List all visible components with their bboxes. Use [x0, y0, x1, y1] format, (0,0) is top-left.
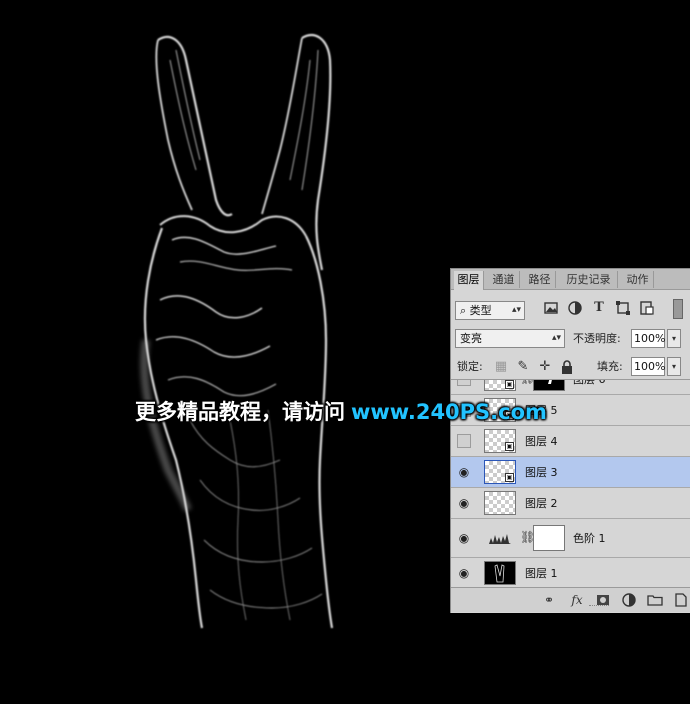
layer-thumbnail — [484, 561, 516, 585]
layer-thumbnail: ▣ — [484, 380, 516, 391]
shape-filter-icon[interactable] — [615, 300, 631, 316]
fill-dropdown[interactable]: ▾ — [667, 357, 681, 376]
smart-object-filter-icon[interactable] — [639, 300, 655, 316]
lock-all-icon[interactable] — [559, 359, 575, 375]
fx-icon[interactable]: fx — [569, 592, 585, 608]
chevron-updown-icon: ▴▾ — [511, 305, 521, 315]
lock-brush-icon[interactable]: ✎ — [515, 359, 531, 375]
panel-tabs: 图层 通道 路径 历史记录 动作 — [451, 269, 690, 290]
smart-object-badge: ▣ — [505, 473, 514, 482]
eye-icon[interactable]: ◉ — [457, 531, 471, 545]
tab-paths[interactable]: 路径 — [524, 271, 556, 288]
watermark-text: 更多精品教程，请访问 www.240PS.com — [135, 396, 547, 428]
layer-name[interactable]: 图层 1 — [525, 558, 558, 588]
lock-transparent-icon[interactable]: ▦ — [493, 359, 509, 375]
filter-kind-label: 类型 — [469, 304, 492, 317]
image-filter-icon[interactable] — [543, 300, 559, 316]
fill-label: 填充: — [597, 360, 623, 373]
tab-actions[interactable]: 动作 — [622, 271, 654, 288]
layers-panel: 图层 通道 路径 历史记录 动作 ⌕ 类型 ▴▾ T 变亮 ▴▾ 不透明度: 1… — [450, 268, 690, 613]
lock-position-icon[interactable]: ✛ — [537, 359, 553, 375]
tab-channels[interactable]: 通道 — [488, 271, 520, 288]
layer-row-3[interactable]: ◉ ▣ 图层 3 — [451, 457, 690, 488]
smart-object-badge: ▣ — [505, 442, 514, 451]
folder-icon[interactable] — [647, 592, 663, 608]
visibility-toggle[interactable] — [457, 380, 471, 386]
layer-row-6[interactable]: ▣ ⛓ 图层 6 — [451, 380, 690, 395]
watermark-chinese: 更多精品教程，请访问 — [135, 400, 345, 424]
adjustment-icon[interactable] — [621, 592, 637, 608]
filter-toggle[interactable] — [673, 299, 683, 319]
resize-grip[interactable] — [589, 605, 609, 609]
layer-row-2[interactable]: ◉ 图层 2 — [451, 488, 690, 519]
blend-mode-value: 变亮 — [460, 332, 482, 345]
search-icon: ⌕ — [460, 304, 467, 317]
tab-layers[interactable]: 图层 — [454, 271, 484, 290]
layer-row-4[interactable]: ▣ 图层 4 — [451, 426, 690, 457]
layer-name[interactable]: 图层 2 — [525, 488, 558, 519]
layer-thumbnail: ▣ — [484, 429, 516, 453]
tab-history[interactable]: 历史记录 — [560, 271, 618, 288]
link-icon[interactable]: ⚭ — [541, 592, 557, 608]
layer-name[interactable]: 图层 6 — [573, 380, 606, 395]
layer-name[interactable]: 色阶 1 — [573, 519, 606, 558]
layer-mask-thumbnail[interactable] — [533, 380, 565, 391]
new-layer-icon[interactable] — [673, 592, 689, 608]
eye-icon[interactable]: ◉ — [457, 496, 471, 510]
eye-icon[interactable]: ◉ — [457, 566, 471, 580]
layer-mask-thumbnail[interactable] — [533, 525, 565, 551]
lock-label: 锁定: — [457, 360, 483, 373]
opacity-label: 不透明度: — [573, 332, 621, 345]
blend-mode-select[interactable]: 变亮 ▴▾ — [455, 329, 565, 348]
layer-thumbnail — [484, 491, 516, 515]
opacity-input[interactable]: 100% — [631, 329, 665, 348]
layer-row-levels[interactable]: ◉ ⛓ 色阶 1 — [451, 519, 690, 558]
filter-kind-select[interactable]: ⌕ 类型 ▴▾ — [455, 301, 525, 320]
adjustment-filter-icon[interactable] — [567, 300, 583, 316]
layer-row-1[interactable]: ◉ 图层 1 — [451, 558, 690, 588]
visibility-toggle[interactable] — [457, 434, 471, 448]
chevron-updown-icon: ▴▾ — [551, 333, 561, 343]
smart-object-badge: ▣ — [505, 380, 514, 389]
layer-name[interactable]: 图层 3 — [525, 457, 558, 488]
levels-histogram-icon — [488, 531, 512, 545]
fill-input[interactable]: 100% — [631, 357, 665, 376]
opacity-dropdown[interactable]: ▾ — [667, 329, 681, 348]
layer-thumbnail: ▣ — [484, 460, 516, 484]
layer-name[interactable]: 图层 4 — [525, 426, 558, 457]
eye-icon[interactable]: ◉ — [457, 465, 471, 479]
watermark-url: www.240PS.com — [351, 400, 547, 424]
panel-footer: ⚭ fx — [451, 587, 690, 612]
type-filter-icon[interactable]: T — [591, 300, 607, 316]
